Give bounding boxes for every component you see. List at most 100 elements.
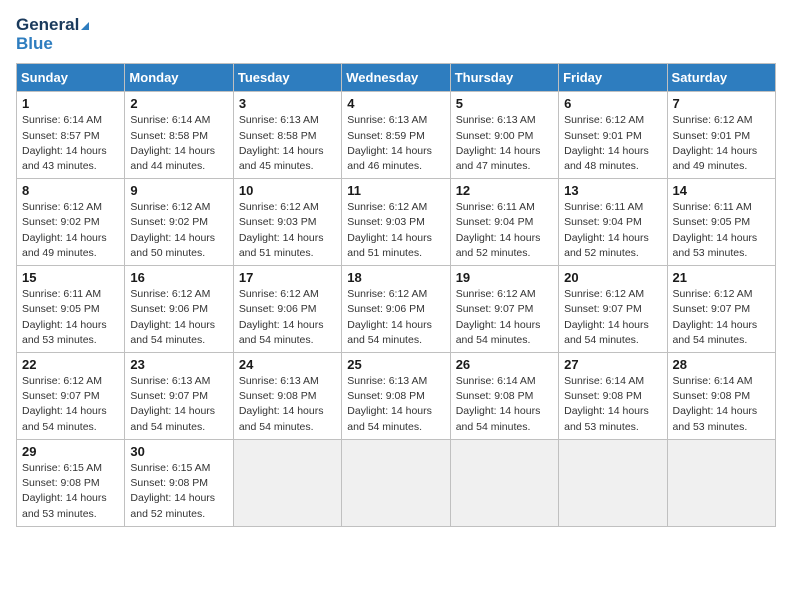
day-number: 19: [456, 270, 553, 285]
day-number: 9: [130, 183, 227, 198]
calendar-cell: 26 Sunrise: 6:14 AMSunset: 9:08 PMDayligh…: [450, 353, 558, 440]
day-info: Sunrise: 6:12 AMSunset: 9:07 PMDaylight:…: [22, 374, 119, 435]
day-info: Sunrise: 6:12 AMSunset: 9:02 PMDaylight:…: [22, 200, 119, 261]
calendar-cell: [450, 439, 558, 526]
day-info: Sunrise: 6:11 AMSunset: 9:04 PMDaylight:…: [564, 200, 661, 261]
day-number: 1: [22, 96, 119, 111]
day-info: Sunrise: 6:12 AMSunset: 9:03 PMDaylight:…: [239, 200, 336, 261]
calendar-cell: 22 Sunrise: 6:12 AMSunset: 9:07 PMDayligh…: [17, 353, 125, 440]
day-number: 10: [239, 183, 336, 198]
calendar-cell: 18 Sunrise: 6:12 AMSunset: 9:06 PMDayligh…: [342, 266, 450, 353]
page-header: General Blue: [16, 16, 776, 53]
day-info: Sunrise: 6:12 AMSunset: 9:07 PMDaylight:…: [673, 287, 770, 348]
day-info: Sunrise: 6:15 AMSunset: 9:08 PMDaylight:…: [130, 461, 227, 522]
day-info: Sunrise: 6:13 AMSunset: 9:07 PMDaylight:…: [130, 374, 227, 435]
calendar-cell: 11Sunrise: 6:12 AMSunset: 9:03 PMDayligh…: [342, 179, 450, 266]
calendar-cell: 3 Sunrise: 6:13 AMSunset: 8:58 PMDaylight…: [233, 92, 341, 179]
day-info: Sunrise: 6:12 AMSunset: 9:03 PMDaylight:…: [347, 200, 444, 261]
calendar-cell: 28Sunrise: 6:14 AMSunset: 9:08 PMDayligh…: [667, 353, 775, 440]
day-info: Sunrise: 6:15 AMSunset: 9:08 PMDaylight:…: [22, 461, 119, 522]
weekday-header-wednesday: Wednesday: [342, 64, 450, 92]
calendar-cell: 13 Sunrise: 6:11 AMSunset: 9:04 PMDayligh…: [559, 179, 667, 266]
weekday-header-sunday: Sunday: [17, 64, 125, 92]
logo-svg: General Blue: [16, 16, 89, 53]
day-number: 12: [456, 183, 553, 198]
day-info: Sunrise: 6:12 AMSunset: 9:06 PMDaylight:…: [239, 287, 336, 348]
calendar-cell: [559, 439, 667, 526]
weekday-header-saturday: Saturday: [667, 64, 775, 92]
weekday-header-friday: Friday: [559, 64, 667, 92]
day-info: Sunrise: 6:11 AMSunset: 9:05 PMDaylight:…: [22, 287, 119, 348]
calendar-cell: 19 Sunrise: 6:12 AMSunset: 9:07 PMDayligh…: [450, 266, 558, 353]
day-number: 22: [22, 357, 119, 372]
day-number: 20: [564, 270, 661, 285]
calendar-cell: 29 Sunrise: 6:15 AMSunset: 9:08 PMDayligh…: [17, 439, 125, 526]
calendar-cell: 8 Sunrise: 6:12 AMSunset: 9:02 PMDaylight…: [17, 179, 125, 266]
day-info: Sunrise: 6:14 AMSunset: 9:08 PMDaylight:…: [456, 374, 553, 435]
day-info: Sunrise: 6:11 AMSunset: 9:04 PMDaylight:…: [456, 200, 553, 261]
calendar-cell: 9 Sunrise: 6:12 AMSunset: 9:02 PMDaylight…: [125, 179, 233, 266]
calendar-cell: 30 Sunrise: 6:15 AMSunset: 9:08 PMDayligh…: [125, 439, 233, 526]
calendar-week-1: 1 Sunrise: 6:14 AMSunset: 8:57 PMDaylight…: [17, 92, 776, 179]
day-info: Sunrise: 6:12 AMSunset: 9:06 PMDaylight:…: [347, 287, 444, 348]
calendar-cell: 14 Sunrise: 6:11 AMSunset: 9:05 PMDayligh…: [667, 179, 775, 266]
day-number: 16: [130, 270, 227, 285]
logo-blue: Blue: [16, 35, 53, 54]
calendar-cell: 17 Sunrise: 6:12 AMSunset: 9:06 PMDayligh…: [233, 266, 341, 353]
day-number: 5: [456, 96, 553, 111]
day-number: 21: [673, 270, 770, 285]
day-info: Sunrise: 6:12 AMSunset: 9:01 PMDaylight:…: [673, 113, 770, 174]
calendar-cell: 2 Sunrise: 6:14 AMSunset: 8:58 PMDaylight…: [125, 92, 233, 179]
calendar-week-2: 8 Sunrise: 6:12 AMSunset: 9:02 PMDaylight…: [17, 179, 776, 266]
day-number: 2: [130, 96, 227, 111]
day-number: 13: [564, 183, 661, 198]
day-number: 3: [239, 96, 336, 111]
day-number: 30: [130, 444, 227, 459]
calendar-cell: 25 Sunrise: 6:13 AMSunset: 9:08 PMDayligh…: [342, 353, 450, 440]
day-info: Sunrise: 6:11 AMSunset: 9:05 PMDaylight:…: [673, 200, 770, 261]
calendar-cell: 24 Sunrise: 6:13 AMSunset: 9:08 PMDayligh…: [233, 353, 341, 440]
calendar-cell: 6Sunrise: 6:12 AMSunset: 9:01 PMDaylight…: [559, 92, 667, 179]
logo-general: General: [16, 16, 89, 35]
day-number: 18: [347, 270, 444, 285]
calendar-week-4: 22 Sunrise: 6:12 AMSunset: 9:07 PMDayligh…: [17, 353, 776, 440]
day-number: 24: [239, 357, 336, 372]
day-info: Sunrise: 6:12 AMSunset: 9:02 PMDaylight:…: [130, 200, 227, 261]
weekday-header-monday: Monday: [125, 64, 233, 92]
day-info: Sunrise: 6:12 AMSunset: 9:07 PMDaylight:…: [456, 287, 553, 348]
day-number: 25: [347, 357, 444, 372]
day-info: Sunrise: 6:13 AMSunset: 8:59 PMDaylight:…: [347, 113, 444, 174]
day-number: 17: [239, 270, 336, 285]
day-info: Sunrise: 6:13 AMSunset: 9:00 PMDaylight:…: [456, 113, 553, 174]
calendar-cell: [342, 439, 450, 526]
day-info: Sunrise: 6:13 AMSunset: 8:58 PMDaylight:…: [239, 113, 336, 174]
calendar-cell: 21 Sunrise: 6:12 AMSunset: 9:07 PMDayligh…: [667, 266, 775, 353]
day-info: Sunrise: 6:14 AMSunset: 9:08 PMDaylight:…: [564, 374, 661, 435]
calendar-cell: 27Sunrise: 6:14 AMSunset: 9:08 PMDayligh…: [559, 353, 667, 440]
calendar-cell: [667, 439, 775, 526]
calendar-cell: 5 Sunrise: 6:13 AMSunset: 9:00 PMDaylight…: [450, 92, 558, 179]
day-number: 8: [22, 183, 119, 198]
day-number: 14: [673, 183, 770, 198]
day-info: Sunrise: 6:13 AMSunset: 9:08 PMDaylight:…: [347, 374, 444, 435]
weekday-header-tuesday: Tuesday: [233, 64, 341, 92]
day-info: Sunrise: 6:12 AMSunset: 9:01 PMDaylight:…: [564, 113, 661, 174]
calendar-cell: 4 Sunrise: 6:13 AMSunset: 8:59 PMDaylight…: [342, 92, 450, 179]
day-info: Sunrise: 6:14 AMSunset: 8:58 PMDaylight:…: [130, 113, 227, 174]
day-info: Sunrise: 6:14 AMSunset: 8:57 PMDaylight:…: [22, 113, 119, 174]
day-number: 26: [456, 357, 553, 372]
day-number: 29: [22, 444, 119, 459]
day-number: 28: [673, 357, 770, 372]
calendar-cell: 20 Sunrise: 6:12 AMSunset: 9:07 PMDayligh…: [559, 266, 667, 353]
calendar-week-3: 15Sunrise: 6:11 AMSunset: 9:05 PMDayligh…: [17, 266, 776, 353]
calendar: SundayMondayTuesdayWednesdayThursdayFrid…: [16, 63, 776, 526]
calendar-cell: 12 Sunrise: 6:11 AMSunset: 9:04 PMDayligh…: [450, 179, 558, 266]
day-info: Sunrise: 6:12 AMSunset: 9:07 PMDaylight:…: [564, 287, 661, 348]
day-info: Sunrise: 6:12 AMSunset: 9:06 PMDaylight:…: [130, 287, 227, 348]
day-number: 23: [130, 357, 227, 372]
calendar-cell: [233, 439, 341, 526]
calendar-cell: 1 Sunrise: 6:14 AMSunset: 8:57 PMDaylight…: [17, 92, 125, 179]
day-info: Sunrise: 6:13 AMSunset: 9:08 PMDaylight:…: [239, 374, 336, 435]
calendar-cell: 23 Sunrise: 6:13 AMSunset: 9:07 PMDayligh…: [125, 353, 233, 440]
day-number: 4: [347, 96, 444, 111]
